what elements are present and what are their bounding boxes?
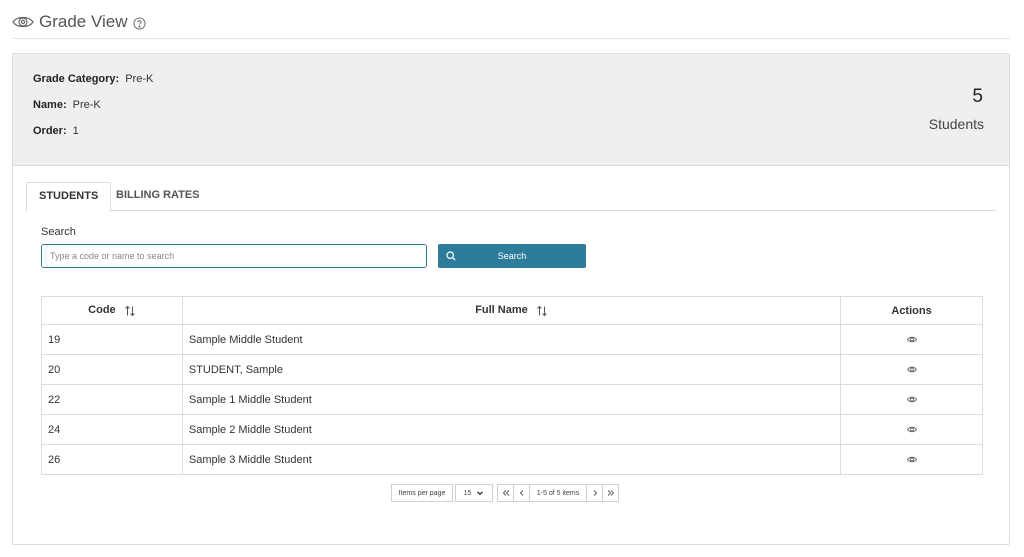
page-size-select[interactable]: 15 [455, 484, 493, 502]
student-count: 5 [972, 86, 983, 107]
next-page-button[interactable] [586, 484, 603, 502]
view-eye-icon[interactable] [906, 336, 917, 343]
column-header-full-name-label: Full Name [475, 304, 528, 317]
column-header-code-label: Code [88, 304, 116, 317]
view-eye-icon[interactable] [906, 426, 917, 433]
table-row: 19 Sample Middle Student [41, 324, 983, 355]
table-row: 20 STUDENT, Sample [41, 354, 983, 385]
tab-billing-rates[interactable]: BILLING RATES [104, 182, 212, 212]
code-cell: 22 [41, 384, 183, 415]
chevron-right-icon [593, 490, 597, 496]
search-button[interactable]: Search [438, 244, 586, 268]
previous-page-button[interactable] [513, 484, 530, 502]
table-header-row: Code Full Name Actions [41, 296, 983, 325]
view-eye-icon[interactable] [906, 456, 917, 463]
help-circle-icon[interactable] [132, 17, 146, 30]
code-cell: 24 [41, 414, 183, 445]
actions-cell [840, 444, 983, 475]
student-count-label: Students [928, 116, 984, 132]
sort-icon[interactable] [124, 305, 136, 317]
code-cell: 20 [41, 354, 183, 385]
order-label: Order: [33, 125, 67, 137]
actions-cell [840, 414, 983, 445]
full-name-cell: Sample 3 Middle Student [181, 444, 842, 475]
code-cell: 26 [41, 444, 183, 475]
actions-cell [840, 354, 983, 385]
pagination: Items per page 15 1-5 of 5 items [391, 484, 619, 502]
page-title: Grade View [39, 12, 128, 31]
double-chevron-left-icon [502, 490, 509, 496]
page-header: Grade View [12, 10, 1010, 39]
eye-icon [12, 16, 34, 28]
full-name-cell: Sample Middle Student [181, 324, 842, 355]
order-row: Order: 1 [33, 125, 79, 137]
grade-category-value: Pre-K [125, 73, 154, 85]
double-chevron-right-icon [607, 490, 614, 496]
chevron-down-icon [477, 491, 484, 496]
column-header-actions: Actions [840, 296, 983, 325]
search-input[interactable] [41, 244, 427, 268]
pagination-info: 1-5 of 5 items [529, 484, 587, 502]
actions-cell [840, 324, 983, 355]
page-size-value: 15 [463, 489, 472, 497]
view-eye-icon[interactable] [906, 396, 917, 403]
full-name-cell: Sample 1 Middle Student [181, 384, 842, 415]
last-page-button[interactable] [602, 484, 619, 502]
table-row: 22 Sample 1 Middle Student [41, 384, 983, 415]
grade-card: Grade Category: Pre-K Name: Pre-K Order: 1 … [12, 53, 1010, 545]
search-button-label: Search [497, 251, 527, 261]
tab-students[interactable]: STUDENTS [26, 182, 112, 212]
order-value: 1 [72, 125, 79, 137]
grade-category-row: Grade Category: Pre-K [33, 73, 153, 85]
full-name-cell: STUDENT, Sample [181, 354, 842, 385]
name-value: Pre-K [72, 99, 101, 111]
search-label: Search [41, 226, 76, 238]
actions-cell [840, 384, 983, 415]
name-row: Name: Pre-K [33, 99, 101, 111]
table-row: 26 Sample 3 Middle Student [41, 444, 983, 475]
code-cell: 19 [41, 324, 183, 355]
column-header-code[interactable]: Code [41, 296, 183, 325]
view-eye-icon[interactable] [906, 366, 917, 373]
name-label: Name: [33, 99, 67, 111]
column-header-full-name[interactable]: Full Name [181, 296, 842, 325]
grade-summary: Grade Category: Pre-K Name: Pre-K Order: 1 … [13, 54, 1009, 166]
chevron-left-icon [519, 490, 523, 496]
full-name-cell: Sample 2 Middle Student [181, 414, 842, 445]
table-row: 24 Sample 2 Middle Student [41, 414, 983, 445]
items-per-page-label: Items per page [391, 484, 453, 502]
tab-bar: STUDENTS BILLING RATES [26, 181, 996, 212]
grade-category-label: Grade Category: [33, 73, 120, 85]
first-page-button[interactable] [497, 484, 514, 502]
sort-icon[interactable] [536, 305, 548, 317]
students-table: Code Full Name Actions 19 Sample Middle … [41, 296, 983, 475]
